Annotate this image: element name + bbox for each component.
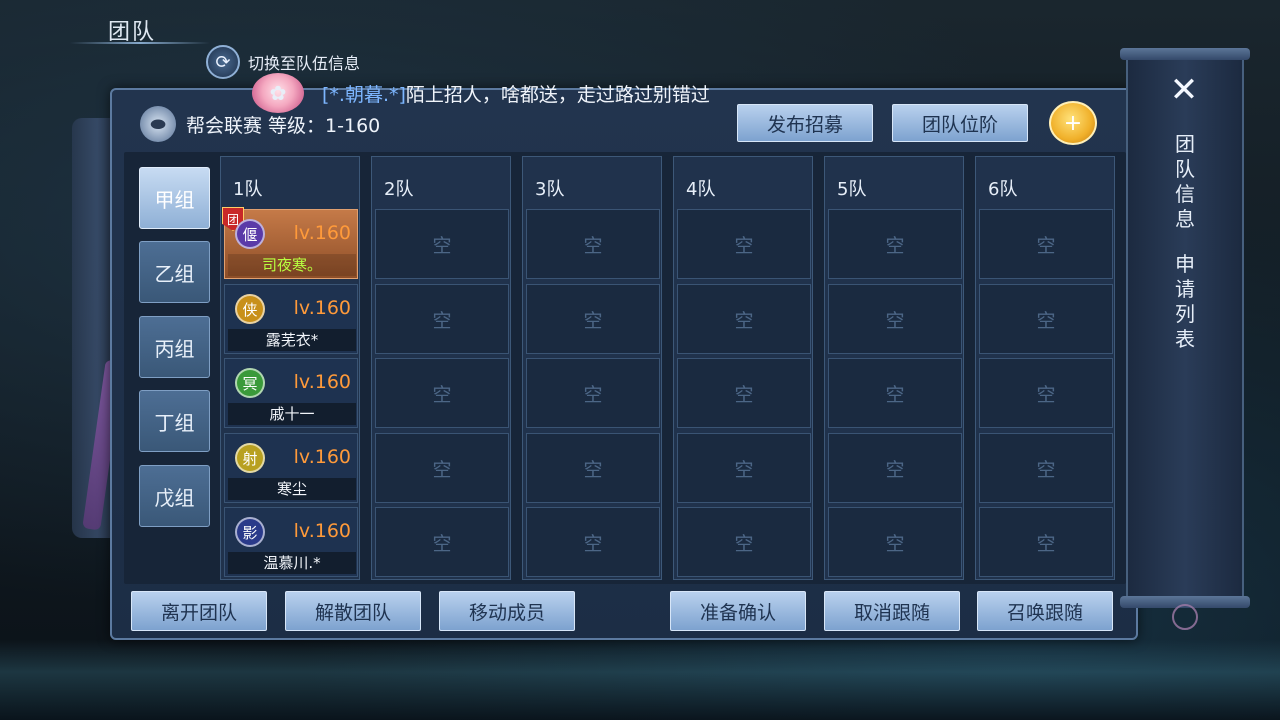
team-column-4: 4队 空 空 空 空 空 <box>673 156 813 580</box>
member-slot[interactable]: 射 lv.160 寒尘 <box>224 433 358 503</box>
ready-check-button[interactable]: 准备确认 <box>670 591 806 631</box>
group-tab-5[interactable]: 戊组 <box>139 465 210 527</box>
empty-slot[interactable]: 空 <box>375 358 509 428</box>
empty-slot[interactable]: 空 <box>526 209 660 279</box>
leave-team-button[interactable]: 离开团队 <box>131 591 267 631</box>
team-header: 5队 <box>837 179 867 200</box>
empty-slot[interactable]: 空 <box>375 209 509 279</box>
add-user-icon[interactable]: + <box>1049 101 1097 145</box>
empty-slot[interactable]: 空 <box>979 284 1113 354</box>
empty-slot[interactable]: 空 <box>979 507 1113 577</box>
tab-apply-list[interactable]: 申请列表 <box>1170 252 1200 352</box>
cancel-follow-button[interactable]: 取消跟随 <box>824 591 960 631</box>
member-name: 司夜寒。 <box>228 254 356 276</box>
announcement-text: 陌上招人，啥都送，走过路过别错过 <box>405 83 710 106</box>
empty-slot[interactable]: 空 <box>526 284 660 354</box>
group-tab-2[interactable]: 乙组 <box>139 241 210 303</box>
member-level: lv.160 <box>293 297 351 319</box>
empty-slot[interactable]: 空 <box>828 433 962 503</box>
empty-slot[interactable]: 空 <box>526 507 660 577</box>
empty-slot[interactable]: 空 <box>526 433 660 503</box>
empty-slot[interactable]: 空 <box>677 284 811 354</box>
publish-recruit-button[interactable]: 发布招募 <box>737 104 873 142</box>
member-level: lv.160 <box>293 446 351 468</box>
empty-slot[interactable]: 空 <box>828 284 962 354</box>
empty-slot[interactable]: 空 <box>677 358 811 428</box>
disband-team-button[interactable]: 解散团队 <box>285 591 421 631</box>
class-icon: 冥 <box>235 368 265 398</box>
summon-follow-button[interactable]: 召唤跟随 <box>977 591 1113 631</box>
class-icon: 射 <box>235 443 265 473</box>
team-column-6: 6队 空 空 空 空 空 <box>975 156 1115 580</box>
empty-slot[interactable]: 空 <box>979 358 1113 428</box>
group-tab-3[interactable]: 丙组 <box>139 316 210 378</box>
class-icon: 侠 <box>235 294 265 324</box>
team-column-2: 2队 空 空 空 空 空 <box>371 156 511 580</box>
member-name: 温慕川.* <box>228 552 356 574</box>
side-scroll-rod <box>1120 48 1250 60</box>
member-name: 戚十一 <box>228 403 356 425</box>
member-name: 寒尘 <box>228 478 356 500</box>
empty-slot[interactable]: 空 <box>375 284 509 354</box>
team-header: 1队 <box>233 179 263 200</box>
member-level: lv.160 <box>293 222 351 244</box>
team-column-1: 1队 团 偃 lv.160 司夜寒。 侠 lv.160 露芜衣* 冥 lv.16… <box>220 156 360 580</box>
tab-team-info[interactable]: 团队信息 <box>1170 132 1200 232</box>
member-slot[interactable]: 侠 lv.160 露芜衣* <box>224 284 358 354</box>
empty-slot[interactable]: 空 <box>979 209 1113 279</box>
team-header: 6队 <box>988 179 1018 200</box>
member-level: lv.160 <box>293 520 351 542</box>
team-column-3: 3队 空 空 空 空 空 <box>522 156 662 580</box>
close-icon[interactable]: ✕ <box>1164 70 1204 110</box>
league-level-label: 帮会联赛 等级：1-160 <box>186 114 381 137</box>
team-header: 3队 <box>535 179 565 200</box>
empty-slot[interactable]: 空 <box>677 507 811 577</box>
league-header: ⬬ 帮会联赛 等级：1-160 <box>128 104 718 144</box>
member-name: 露芜衣* <box>228 329 356 351</box>
class-icon: 影 <box>235 517 265 547</box>
empty-slot[interactable]: 空 <box>375 433 509 503</box>
move-member-button[interactable]: 移动成员 <box>439 591 575 631</box>
refresh-icon[interactable]: ⟳ <box>206 45 240 79</box>
team-column-5: 5队 空 空 空 空 空 <box>824 156 964 580</box>
background-water <box>0 640 1280 720</box>
knot-ornament-icon <box>1172 604 1198 630</box>
empty-slot[interactable]: 空 <box>375 507 509 577</box>
title-underline <box>70 42 210 44</box>
empty-slot[interactable]: 空 <box>677 433 811 503</box>
empty-slot[interactable]: 空 <box>677 209 811 279</box>
announcer-name[interactable]: [*.朝暮.*] <box>322 80 406 107</box>
empty-slot[interactable]: 空 <box>828 209 962 279</box>
member-slot[interactable]: 冥 lv.160 戚十一 <box>224 358 358 428</box>
empty-slot[interactable]: 空 <box>828 358 962 428</box>
empty-slot[interactable]: 空 <box>828 507 962 577</box>
class-icon: 偃 <box>235 219 265 249</box>
member-slot[interactable]: 影 lv.160 温慕川.* <box>224 507 358 577</box>
group-tab-1[interactable]: 甲组 <box>139 167 210 229</box>
member-level: lv.160 <box>293 371 351 393</box>
member-slot[interactable]: 团 偃 lv.160 司夜寒。 <box>222 207 358 279</box>
team-rank-button[interactable]: 团队位阶 <box>892 104 1028 142</box>
empty-slot[interactable]: 空 <box>526 358 660 428</box>
empty-slot[interactable]: 空 <box>979 433 1113 503</box>
team-header: 2队 <box>384 179 414 200</box>
team-header: 4队 <box>686 179 716 200</box>
pill-icon: ⬬ <box>140 106 176 142</box>
group-tab-4[interactable]: 丁组 <box>139 390 210 452</box>
switch-label: 切换至队伍信息 <box>248 54 361 73</box>
